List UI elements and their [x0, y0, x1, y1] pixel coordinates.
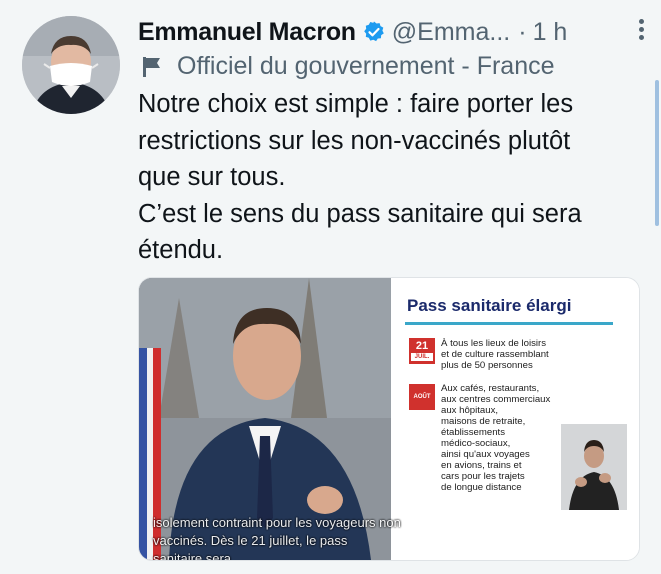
tweet-timestamp[interactable]: 1 h [533, 18, 568, 47]
author-avatar[interactable] [22, 16, 120, 114]
date-badge-july: 21 JUIL. [409, 338, 435, 364]
date-badge-august: AOÛT [409, 384, 435, 410]
video-subtitle: isolement contraint pour les voyageurs n… [153, 515, 401, 561]
flag-icon [143, 56, 160, 77]
tweet-text: Notre choix est simple : faire porter le… [138, 90, 582, 264]
slide-item-leisure: À tous les lieux de loisirs et de cultur… [441, 338, 549, 371]
author-handle[interactable]: @Emma... [392, 18, 510, 47]
date-badge-month: JUIL. [411, 353, 433, 361]
date-badge-day: 21 [415, 340, 429, 352]
tweet-media[interactable]: Pass sanitaire élargi 21 JUIL. À tous le… [138, 277, 640, 561]
government-label-text: Officiel du gouvernement - France [177, 52, 555, 80]
tweet-header: Emmanuel Macron @Emma... · 1 h [138, 14, 641, 50]
author-name[interactable]: Emmanuel Macron [138, 18, 356, 47]
separator-dot: · [518, 17, 527, 46]
sign-language-interpreter [561, 424, 627, 510]
more-options-icon[interactable] [635, 16, 647, 44]
slide-title: Pass sanitaire élargi [407, 296, 572, 315]
scrollbar[interactable] [655, 80, 659, 226]
verified-badge-icon [363, 21, 384, 42]
slide-item-venues: Aux cafés, restaurants, aux centres comm… [441, 383, 551, 493]
government-label[interactable]: Officiel du gouvernement - France [141, 52, 555, 81]
slide-divider [405, 322, 613, 325]
